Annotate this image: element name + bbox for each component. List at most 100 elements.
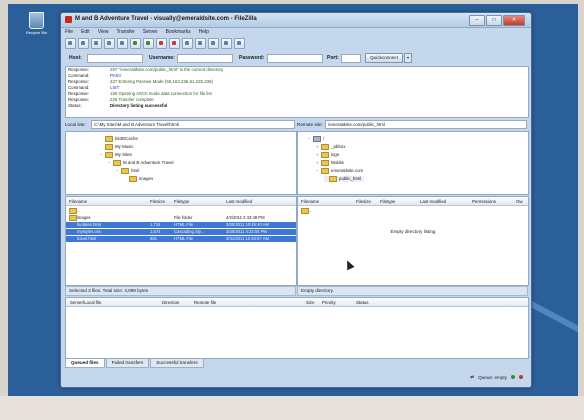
search-icon[interactable] bbox=[234, 38, 245, 49]
port-label: Port: bbox=[327, 55, 339, 61]
file-row[interactable]: .. bbox=[298, 208, 528, 214]
quickconnect-bar: Host: Username: Password: Port: Quickcon… bbox=[65, 53, 527, 63]
remote-site-bar: Remote site: /emeraldsite.com/public_htm… bbox=[297, 120, 527, 129]
column-remote-file[interactable]: Remote file bbox=[194, 300, 216, 305]
log-row: Status: Directory listing successful bbox=[68, 103, 168, 108]
column-filetype[interactable]: Filetype bbox=[380, 199, 395, 204]
tree-item[interactable]: − M and B Adventure Travel bbox=[108, 160, 174, 166]
tree-item[interactable]: images bbox=[124, 176, 153, 182]
tab-queued-files[interactable]: Queued files bbox=[65, 359, 105, 368]
tree-item[interactable]: − / bbox=[308, 136, 324, 142]
column-filesize[interactable]: Filesize bbox=[356, 199, 371, 204]
remote-path-input[interactable]: /emeraldsite.com/public_html bbox=[325, 120, 527, 129]
menu-transfer[interactable]: Transfer bbox=[116, 29, 134, 35]
column-last-modified[interactable]: Last modified bbox=[420, 199, 446, 204]
local-directory-tree[interactable]: bit3DCache My Music − My Sites − M and B A… bbox=[65, 131, 297, 195]
filter-icon[interactable] bbox=[195, 38, 206, 49]
remote-list-header: Filename Filesize Filetype Last modified… bbox=[298, 197, 528, 206]
process-queue-icon[interactable] bbox=[143, 38, 154, 49]
local-path-input[interactable]: C:\My Sites\M and B Adventure Travel\htm… bbox=[91, 120, 295, 129]
column-size[interactable]: Size bbox=[306, 300, 315, 305]
column-filename[interactable]: Filename bbox=[69, 199, 87, 204]
recycle-bin-icon bbox=[28, 12, 44, 29]
menu-edit[interactable]: Edit bbox=[81, 29, 90, 35]
folder-icon bbox=[321, 168, 329, 174]
file-row[interactable]: images File folder 4/2/2011 2:43:48 PM bbox=[66, 215, 296, 221]
server-icon bbox=[313, 136, 321, 142]
folder-icon bbox=[113, 160, 121, 166]
menu-view[interactable]: View bbox=[98, 29, 109, 35]
minimize-button[interactable]: – bbox=[469, 15, 485, 26]
queue-tabs: Queued files Failed transfers Successful… bbox=[65, 359, 204, 368]
folder-icon bbox=[105, 136, 113, 142]
column-priority[interactable]: Priority bbox=[322, 300, 336, 305]
file-row-selected[interactable]: travel.html 951 HTML File 3/31/2011 10:4… bbox=[66, 236, 296, 242]
quickconnect-button[interactable]: Quickconnect bbox=[365, 53, 403, 63]
disconnect-icon[interactable] bbox=[169, 38, 180, 49]
site-manager-icon[interactable] bbox=[65, 38, 76, 49]
tree-item[interactable]: + _pbbox bbox=[316, 144, 345, 150]
tab-successful-transfers[interactable]: Successful transfers bbox=[150, 359, 204, 368]
refresh-icon[interactable] bbox=[130, 38, 141, 49]
column-filename[interactable]: Filename bbox=[301, 199, 319, 204]
tree-item-selected[interactable]: public_html bbox=[324, 176, 365, 182]
column-filesize[interactable]: Filesize bbox=[150, 199, 165, 204]
column-filetype[interactable]: Filetype bbox=[174, 199, 189, 204]
toolbar bbox=[65, 38, 245, 49]
password-input[interactable] bbox=[267, 54, 323, 63]
tab-failed-transfers[interactable]: Failed transfers bbox=[105, 359, 150, 368]
local-file-list[interactable]: Filename Filesize Filetype Last modified… bbox=[65, 196, 297, 286]
column-status[interactable]: Status bbox=[356, 300, 368, 305]
recycle-bin[interactable]: Recycle Bin bbox=[26, 12, 48, 38]
column-owner[interactable]: Ow bbox=[516, 199, 523, 204]
file-row-selected[interactable]: mystyles.css 1,574 Cascading Sty... 3/30… bbox=[66, 229, 296, 235]
compare-icon[interactable] bbox=[208, 38, 219, 49]
toggle-local-tree-icon[interactable] bbox=[91, 38, 102, 49]
menu-help[interactable]: Help bbox=[199, 29, 209, 35]
port-input[interactable] bbox=[341, 54, 361, 63]
host-label: Host: bbox=[69, 55, 82, 61]
recycle-bin-label: Recycle Bin bbox=[26, 30, 48, 35]
message-log: Response: 257 "/emeraldsite.com/public_ht… bbox=[65, 66, 529, 118]
toggle-queue-icon[interactable] bbox=[117, 38, 128, 49]
transfer-queue[interactable]: Server/Local file Direction Remote file … bbox=[65, 297, 529, 359]
close-button[interactable]: ✕ bbox=[503, 15, 525, 26]
local-site-label: Local site: bbox=[65, 122, 86, 127]
column-direction[interactable]: Direction bbox=[162, 300, 179, 305]
maximize-button[interactable]: □ bbox=[486, 15, 502, 26]
file-row-selected[interactable]: facilities.html 1,724 HTML File 3/30/201… bbox=[66, 222, 296, 228]
title-bar[interactable]: M and B Adventure Travel - visually@emer… bbox=[61, 13, 531, 28]
sync-browse-icon[interactable] bbox=[221, 38, 232, 49]
username-input[interactable] bbox=[177, 54, 233, 63]
tree-item[interactable]: − emeraldsite.com bbox=[316, 168, 363, 174]
folder-icon bbox=[129, 176, 137, 182]
column-server-local-file[interactable]: Server/Local file bbox=[70, 300, 101, 305]
tree-item[interactable]: bit3DCache bbox=[100, 136, 138, 142]
column-permissions[interactable]: Permissions bbox=[472, 199, 496, 204]
cancel-operation-icon[interactable] bbox=[156, 38, 167, 49]
tree-item[interactable]: + logs bbox=[316, 152, 339, 158]
toggle-log-icon[interactable] bbox=[78, 38, 89, 49]
tree-item[interactable]: − My Sites bbox=[100, 152, 132, 158]
window-title: M and B Adventure Travel - visually@emer… bbox=[75, 16, 257, 22]
menu-bookmarks[interactable]: Bookmarks bbox=[166, 29, 191, 35]
toggle-remote-tree-icon[interactable] bbox=[104, 38, 115, 49]
column-last-modified[interactable]: Last modified bbox=[226, 199, 252, 204]
quickconnect-dropdown-icon[interactable]: ▾ bbox=[404, 53, 412, 63]
remote-directory-tree[interactable]: − / + _pbbox + logs + Mobile − emeraldsite.co… bbox=[297, 131, 529, 195]
tree-item[interactable]: My Music bbox=[100, 144, 134, 150]
local-status: Selected 3 files. Total size: 4,099 byte… bbox=[65, 286, 296, 296]
folder-icon bbox=[321, 160, 329, 166]
file-row[interactable]: .. bbox=[66, 208, 296, 214]
monitor-bezel bbox=[0, 396, 584, 420]
tree-item[interactable]: + Mobile bbox=[316, 160, 344, 166]
host-input[interactable] bbox=[87, 54, 143, 63]
desktop: Recycle Bin M and B Adventure Travel - v… bbox=[8, 4, 578, 396]
reconnect-icon[interactable] bbox=[182, 38, 193, 49]
tree-item[interactable]: − html bbox=[116, 168, 139, 174]
send-activity-icon bbox=[519, 375, 523, 379]
remote-file-list[interactable]: Filename Filesize Filetype Last modified… bbox=[297, 196, 529, 286]
menu-file[interactable]: File bbox=[65, 29, 73, 35]
remote-site-label: Remote site: bbox=[297, 122, 323, 127]
menu-server[interactable]: Server bbox=[143, 29, 158, 35]
